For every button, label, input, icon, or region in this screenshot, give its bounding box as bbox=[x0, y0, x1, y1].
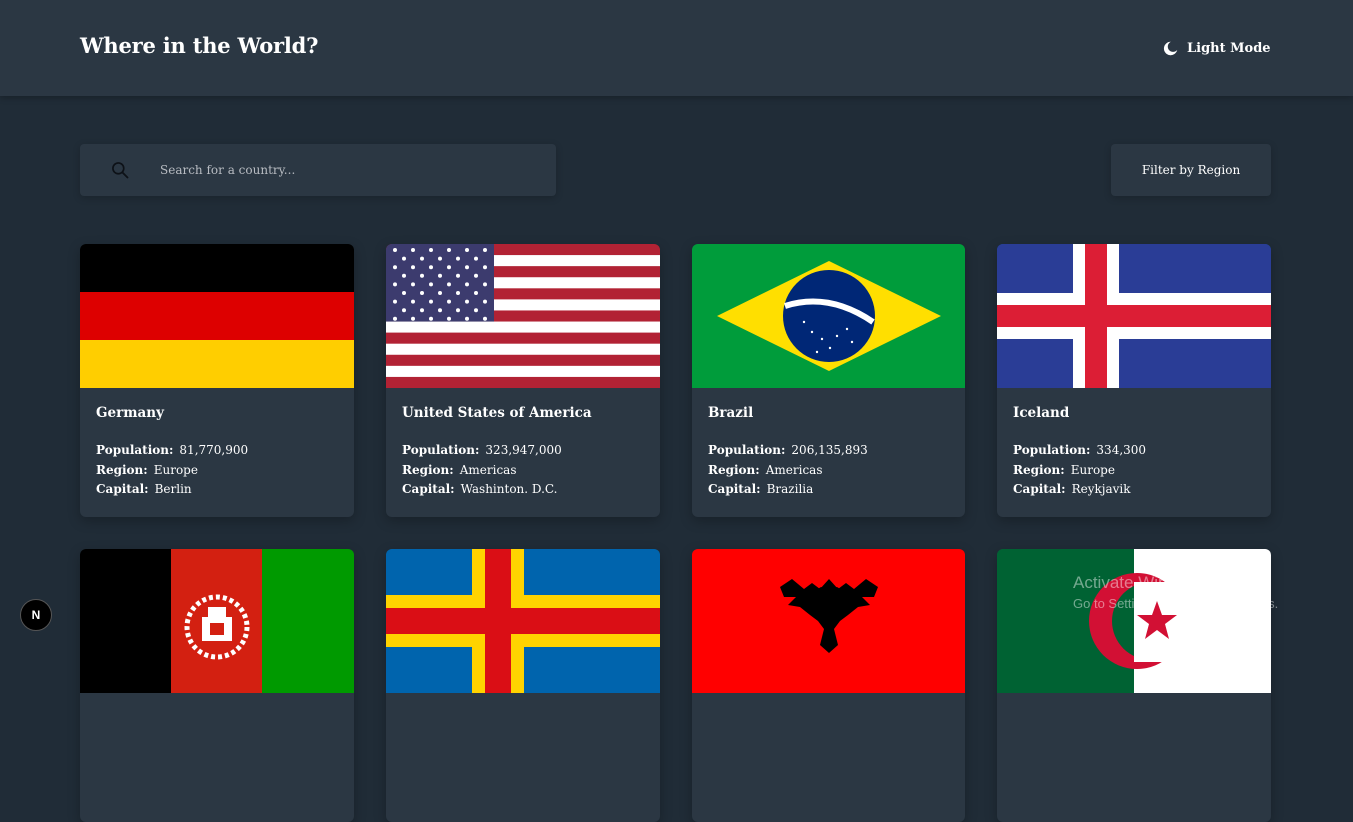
region-value: Americas bbox=[459, 462, 517, 477]
filter-by-region-dropdown[interactable]: Filter by Region bbox=[1111, 144, 1271, 196]
country-info: Population: 206,135,893 Region: Americas C… bbox=[708, 441, 868, 500]
population-value: 334,300 bbox=[1096, 443, 1147, 457]
population-label: Population: bbox=[1013, 443, 1091, 457]
country-card-albania[interactable] bbox=[692, 549, 965, 822]
capital-row: Capital: Brazilia bbox=[708, 480, 868, 500]
capital-value: Brazilia bbox=[766, 482, 814, 496]
algeria-flag bbox=[997, 549, 1271, 693]
region-value: Americas bbox=[765, 462, 823, 477]
watermark-title: Activate Windows bbox=[1073, 573, 1208, 592]
population-row: Population: 81,770,900 bbox=[96, 441, 248, 461]
capital-row: Capital: Washinton. D.C. bbox=[402, 480, 562, 500]
search-box bbox=[80, 144, 556, 196]
region-label: Region: bbox=[96, 462, 148, 477]
search-icon bbox=[112, 162, 129, 179]
population-row: Population: 334,300 bbox=[1013, 441, 1146, 461]
capital-label: Capital: bbox=[96, 482, 149, 496]
search-input[interactable] bbox=[160, 144, 540, 196]
capital-value: Berlin bbox=[154, 482, 192, 496]
capital-label: Capital: bbox=[402, 482, 455, 496]
population-value: 81,770,900 bbox=[179, 443, 249, 457]
country-card-afghanistan[interactable] bbox=[80, 549, 354, 822]
capital-row: Capital: Reykjavik bbox=[1013, 480, 1146, 500]
germany-flag bbox=[80, 244, 354, 388]
activate-windows-watermark: Activate Windows Go to Settings to activ… bbox=[1073, 573, 1278, 611]
region-row: Region: Americas bbox=[402, 461, 562, 481]
aland-flag bbox=[386, 549, 660, 693]
capital-label: Capital: bbox=[1013, 482, 1066, 496]
watermark-subtitle: Go to Settings to activate Windows. bbox=[1073, 596, 1279, 611]
country-name: United States of America bbox=[402, 405, 592, 421]
country-card-brazil[interactable]: Brazil Population: 206,135,893 Region: Ame… bbox=[692, 244, 965, 517]
region-value: Europe bbox=[1070, 462, 1115, 477]
country-card-iceland[interactable]: Iceland Population: 334,300 Region: Europe… bbox=[997, 244, 1271, 517]
afghanistan-flag bbox=[80, 549, 354, 693]
country-card-usa[interactable]: United States of America Population: 323,… bbox=[386, 244, 660, 517]
app-title: Where in the World? bbox=[80, 33, 319, 58]
country-name: Germany bbox=[96, 405, 164, 421]
region-row: Region: Americas bbox=[708, 461, 868, 481]
population-label: Population: bbox=[708, 443, 786, 457]
country-info: Population: 323,947,000 Region: Americas C… bbox=[402, 441, 562, 500]
dev-badge-letter: N bbox=[31, 608, 41, 622]
capital-value: Washinton. D.C. bbox=[460, 482, 558, 496]
app-header: Where in the World? Light Mode bbox=[0, 0, 1353, 96]
country-name: Iceland bbox=[1013, 405, 1070, 421]
region-label: Region: bbox=[402, 462, 454, 477]
population-row: Population: 206,135,893 bbox=[708, 441, 868, 461]
filter-label: Filter by Region bbox=[1141, 163, 1241, 177]
population-row: Population: 323,947,000 bbox=[402, 441, 562, 461]
country-info: Population: 81,770,900 Region: Europe Capi… bbox=[96, 441, 248, 500]
theme-toggle-button[interactable]: Light Mode bbox=[1162, 38, 1271, 58]
region-row: Region: Europe bbox=[96, 461, 248, 481]
usa-flag bbox=[386, 244, 660, 388]
theme-toggle-label: Light Mode bbox=[1187, 40, 1271, 56]
region-row: Region: Europe bbox=[1013, 461, 1146, 481]
population-value: 206,135,893 bbox=[791, 443, 868, 457]
country-info: Population: 334,300 Region: Europe Capital… bbox=[1013, 441, 1146, 500]
region-label: Region: bbox=[1013, 462, 1065, 477]
country-name: Brazil bbox=[708, 405, 754, 421]
brazil-flag bbox=[692, 244, 965, 388]
nextjs-dev-badge[interactable]: N bbox=[20, 599, 52, 631]
population-value: 323,947,000 bbox=[485, 443, 562, 457]
country-card-aland[interactable] bbox=[386, 549, 660, 822]
region-value: Europe bbox=[153, 462, 198, 477]
population-label: Population: bbox=[402, 443, 480, 457]
iceland-flag bbox=[997, 244, 1271, 388]
capital-label: Capital: bbox=[708, 482, 761, 496]
capital-row: Capital: Berlin bbox=[96, 480, 248, 500]
capital-value: Reykjavik bbox=[1071, 482, 1131, 496]
population-label: Population: bbox=[96, 443, 174, 457]
moon-icon bbox=[1163, 41, 1178, 55]
country-card-germany[interactable]: Germany Population: 81,770,900 Region: Eur… bbox=[80, 244, 354, 517]
region-label: Region: bbox=[708, 462, 760, 477]
albania-flag bbox=[692, 549, 965, 693]
